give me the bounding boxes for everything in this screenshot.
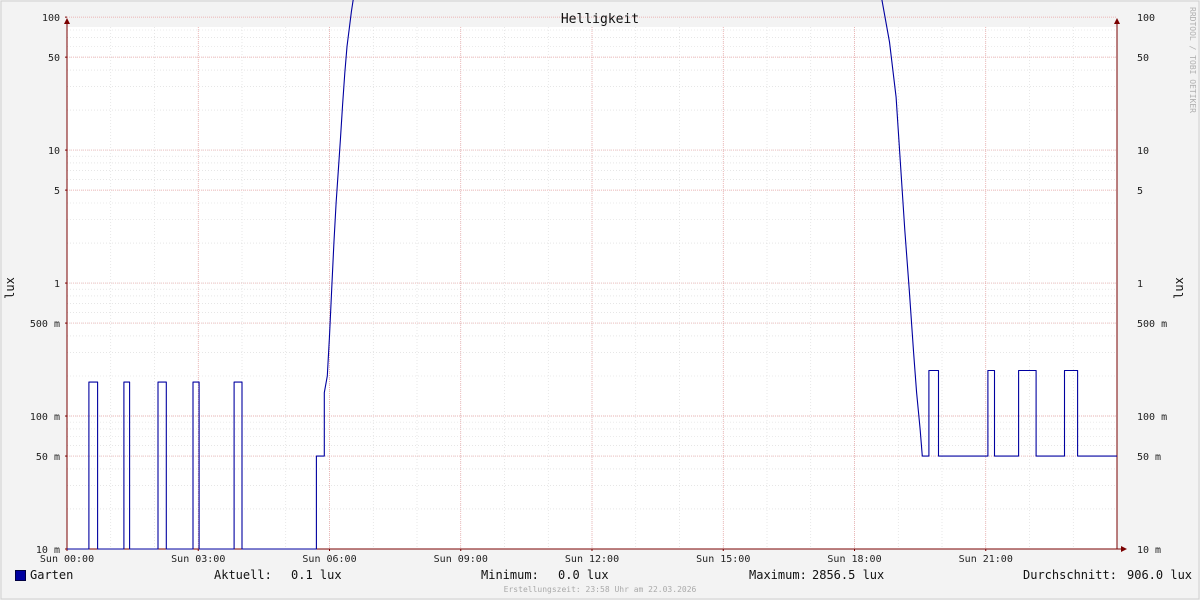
x-tick-label: Sun 06:00	[302, 554, 356, 565]
average-value: 906.0 lux	[1127, 568, 1193, 582]
legend-series-name: Garten	[30, 568, 74, 582]
y-tick-label-left: 50 m	[36, 452, 60, 463]
y-tick-label-right: 50 m	[1137, 452, 1161, 463]
y-tick-label-left: 10	[48, 146, 60, 157]
y-tick-label-right: 50	[1137, 53, 1149, 64]
y-tick-label-left: 100	[42, 13, 60, 24]
x-tick-label: Sun 21:00	[959, 554, 1013, 565]
y-tick-label-left: 1	[54, 279, 60, 290]
y-tick-label-left: 100 m	[30, 412, 60, 423]
graph-frame: 10 m 10 m 50 m 50 m 100 m 100 m 500 m 500 m1155…	[0, 0, 1200, 600]
x-tick-label: Sun 09:00	[434, 554, 488, 565]
y-tick-label-left: 500 m	[30, 319, 60, 330]
x-tick-label: Sun 00:00	[40, 554, 94, 565]
maximum-label: Maximum:	[749, 568, 807, 582]
y-tick-label-right: 100	[1137, 13, 1155, 24]
x-tick-label: Sun 18:00	[827, 554, 881, 565]
y-tick-label-right: 500 m	[1137, 319, 1167, 330]
y-tick-label-right: 1	[1137, 279, 1143, 290]
y-tick-label-right: 100 m	[1137, 412, 1167, 423]
average-label: Durchschnitt:	[1023, 568, 1117, 582]
y-axis-label-right: lux	[1172, 277, 1186, 299]
y-tick-label-left: 5	[54, 186, 60, 197]
x-tick-label: Sun 12:00	[565, 554, 619, 565]
minimum-label: Minimum:	[481, 568, 539, 582]
lux-chart: 10 m 10 m50 m 50 m100 m 100 m500 m 500 m1 15 5…	[0, 0, 1200, 600]
watermark: RRDTOOL / TOBI OETIKER	[1188, 7, 1197, 113]
x-tick-label: Sun 15:00	[696, 554, 750, 565]
y-tick-label-left: 50	[48, 53, 60, 64]
y-tick-label-right: 5	[1137, 186, 1143, 197]
maximum-value: 2856.5 lux	[812, 568, 885, 582]
legend-swatch-garten	[15, 570, 26, 581]
y-axis-label-left: lux	[3, 277, 17, 299]
current-value: 0.1 lux	[291, 568, 342, 582]
y-tick-label-right: 10 m	[1137, 545, 1161, 556]
minimum-value: 0.0 lux	[558, 568, 609, 582]
creation-time-footer: Erstellungszeit: 23:58 Uhr am 22.03.2026	[503, 585, 697, 594]
current-label: Aktuell:	[214, 568, 272, 582]
legend: Garten Aktuell: 0.1 lux Minimum: 0.0 lux…	[0, 566, 1200, 584]
chart-title: Helligkeit	[561, 12, 639, 27]
y-tick-label-right: 10	[1137, 146, 1149, 157]
x-tick-label: Sun 03:00	[171, 554, 225, 565]
